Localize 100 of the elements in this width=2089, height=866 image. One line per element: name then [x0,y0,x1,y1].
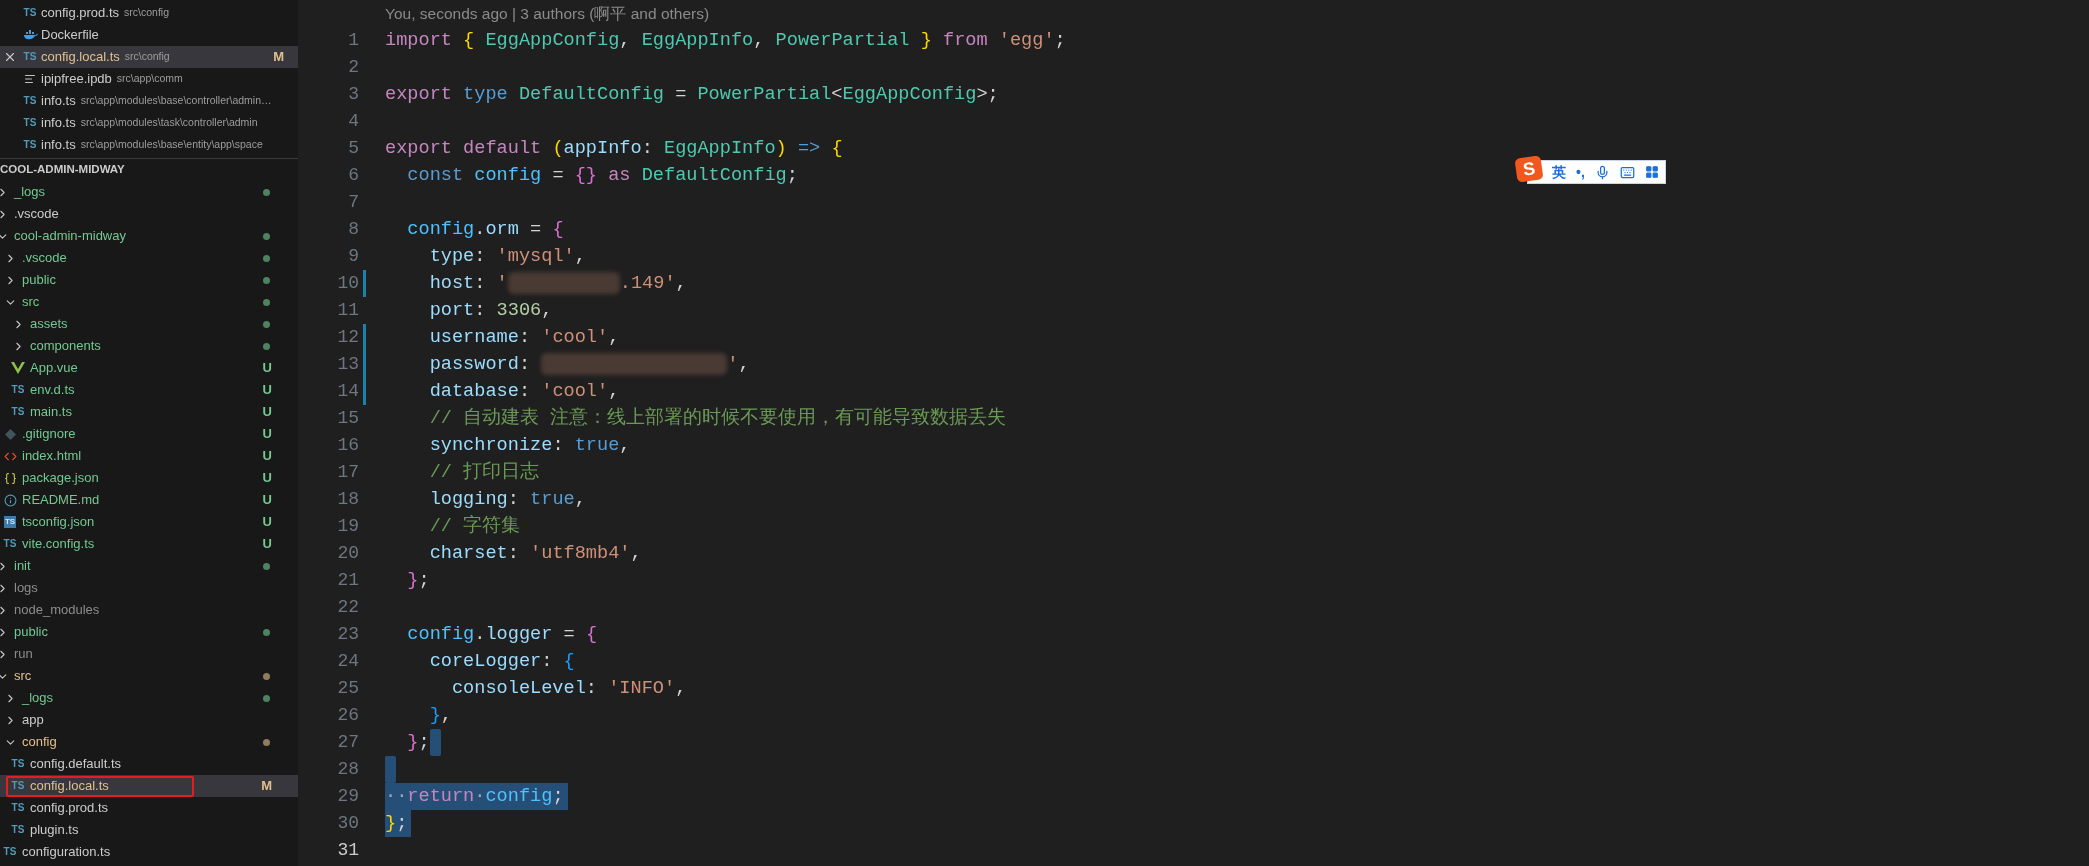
open-editor-item[interactable]: TS info.ts src\app\modules\base\entity\app\space [0,134,298,156]
file-name: plugin.ts [30,821,79,840]
file-name: main.ts [30,403,72,422]
file-name: app [22,711,44,730]
tree-item[interactable]: App.vue U [0,357,298,379]
tree-item[interactable]: TS configuration.ts [0,841,298,863]
code-line: }; [406,731,430,755]
tree-item[interactable]: init [0,555,298,577]
line-number: 26 [336,704,359,727]
line-number: 1 [347,29,359,52]
file-name: README.md [22,491,100,510]
file-name: index.html [22,447,82,466]
tree-item[interactable]: app [0,709,298,731]
tree-item[interactable]: components [0,335,298,357]
open-editor-item[interactable]: TS info.ts src\app\modules\base\controller\admin… [0,90,298,112]
tree-item[interactable]: src [0,291,298,313]
tree-item[interactable]: public [0,269,298,291]
microphone-icon[interactable] [1594,164,1610,180]
tree-item[interactable]: .gitignore U [0,423,298,445]
line-number: 7 [347,191,359,214]
punctuation-toggle[interactable]: •, [1576,161,1585,183]
open-editor-item[interactable]: TS info.ts src\app\modules\task\controller\admin [0,112,298,134]
line-number: 2 [347,56,359,79]
open-editor-item[interactable]: TS config.local.ts src\config M [0,46,298,68]
language-toggle[interactable]: 英 [1552,161,1566,183]
whale-icon [22,30,38,40]
git-status-label: U [262,535,272,554]
line-number: 5 [347,137,359,160]
line-number: 17 [336,461,359,484]
git-status-label: U [262,513,272,532]
file-name: logs [14,579,38,598]
open-editor-item[interactable]: TS config.prod.ts src\config [0,2,298,24]
file-name: _logs [22,689,54,708]
open-editor-item[interactable]: ipipfree.ipdb src\app\comm [0,68,298,90]
file-name: config.local.ts [30,777,109,796]
file-path: src\config [124,49,170,65]
git-status-label: U [262,425,272,444]
tree-item[interactable]: assets [0,313,298,335]
grid-icon[interactable] [1644,165,1659,179]
line-number: 6 [347,164,359,187]
tree-item[interactable]: .vscode [0,203,298,225]
tree-item[interactable]: node_modules [0,599,298,621]
git-status-label: M [273,48,284,67]
tree-item[interactable]: TS config.local.ts M [0,775,298,797]
code-line: }; [406,569,430,593]
line-number: 21 [336,569,359,592]
tree-item[interactable]: TS vite.config.ts U [0,533,298,555]
line-number: 25 [336,677,359,700]
file-name: configuration.ts [22,843,111,862]
file-name: config [22,733,57,752]
file-name: .gitignore [22,425,76,444]
git-status-label: U [262,469,272,488]
typescript-icon: TS [23,8,37,18]
git-status-label: U [262,403,272,422]
tree-item[interactable]: TS main.ts U [0,401,298,423]
code-line: import { EggAppConfig, EggAppInfo, PowerPartial } from 'egg'; [385,29,1066,53]
tree-item[interactable]: src [0,665,298,687]
typescript-icon: TS [23,140,37,150]
tree-item[interactable]: logs [0,577,298,599]
git-status-label: U [262,447,272,466]
tree-item[interactable]: config [0,731,298,753]
line-number: 27 [336,731,359,754]
file-name: init [14,557,31,576]
file-name: node_modules [14,601,100,620]
tree-item[interactable]: package.json U [0,467,298,489]
line-number: 29 [336,785,359,808]
close-icon[interactable] [3,50,17,64]
tree-item[interactable]: TS plugin.ts [0,819,298,841]
tree-item[interactable]: TS tsconfig.json U [0,511,298,533]
line-number: 16 [336,434,359,457]
tree-item[interactable]: README.md U [0,489,298,511]
file-name: info.ts [41,114,76,133]
tree-item[interactable]: TS config.prod.ts [0,797,298,819]
line-number: 4 [347,110,359,133]
tree-item[interactable]: TS env.d.ts U [0,379,298,401]
file-name: vite.config.ts [22,535,95,554]
tree-item[interactable]: _logs [0,181,298,203]
keyboard-icon[interactable] [1619,164,1635,180]
open-editor-item[interactable]: Dockerfile [0,24,298,46]
git-status-label: U [262,381,272,400]
tree-item[interactable]: cool-admin-midway [0,225,298,247]
braces-icon [3,471,17,485]
code-line: // 打印日志 [428,460,540,485]
tree-item[interactable]: TS config.default.ts [0,753,298,775]
tree-item[interactable]: public [0,621,298,643]
line-number: 12 [336,326,359,349]
line-number: 22 [336,596,359,619]
file-name: info.ts [41,92,76,111]
tree-item[interactable]: .vscode [0,247,298,269]
explorer-title[interactable]: COOL-ADMIN-MIDWAY [0,161,125,179]
tree-item[interactable]: _logs [0,687,298,709]
file-name: assets [30,315,68,334]
code-line: const config = {} as DefaultConfig; [406,164,798,188]
lines-icon [24,73,36,85]
line-number: 9 [347,245,359,268]
tree-item[interactable]: index.html U [0,445,298,467]
tree-item[interactable]: run [0,643,298,665]
file-name: public [22,271,56,290]
file-name: ipipfree.ipdb [41,70,112,89]
code-line: export type DefaultConfig = PowerPartial<EggAppConfig>; [385,83,999,107]
